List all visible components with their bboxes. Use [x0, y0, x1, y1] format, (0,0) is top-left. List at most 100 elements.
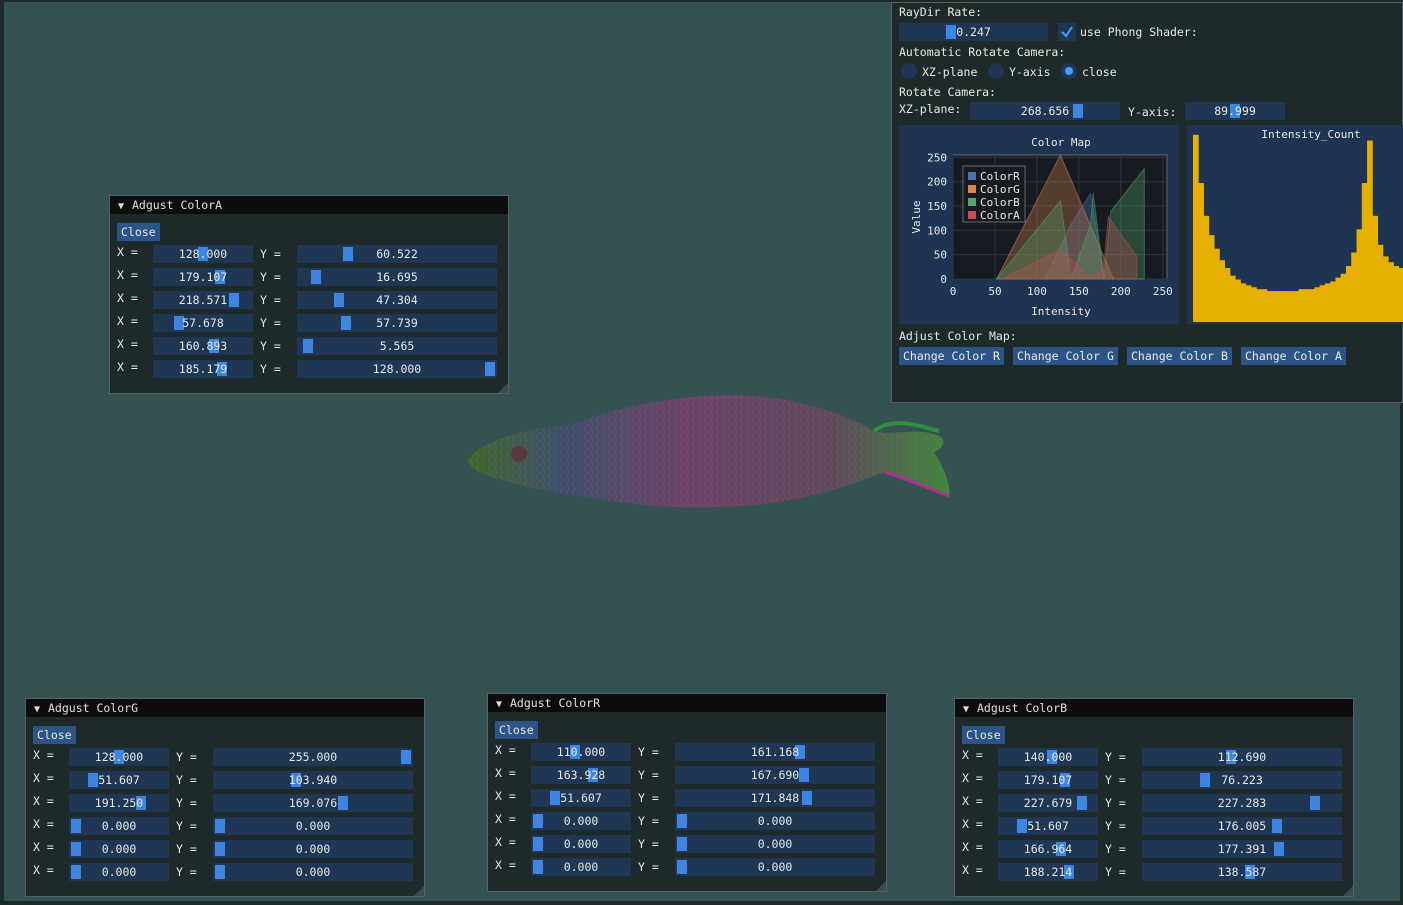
adjust-color-r-window[interactable]: ▼ Adgust ColorR Close X = 110.000 Y = 161.168 X…: [487, 693, 887, 892]
y-slider[interactable]: 171.848: [675, 789, 875, 807]
x-slider[interactable]: 163.928: [531, 766, 631, 784]
close-button[interactable]: Close: [33, 726, 76, 744]
y-slider[interactable]: 0.000: [213, 863, 413, 881]
window-titlebar[interactable]: ▼ Adgust ColorG: [26, 699, 424, 717]
x-slider[interactable]: 179.107: [998, 771, 1098, 789]
x-slider[interactable]: 51.607: [531, 789, 631, 807]
legend-label: ColorG: [980, 183, 1020, 196]
x-slider[interactable]: 191.250: [69, 794, 169, 812]
resize-grip[interactable]: [876, 881, 886, 891]
x-slider[interactable]: 140.000: [998, 748, 1098, 766]
resize-grip[interactable]: [498, 383, 508, 393]
y-slider[interactable]: 0.000: [675, 835, 875, 853]
intensity-bar: [1314, 287, 1321, 322]
x-slider[interactable]: 0.000: [531, 835, 631, 853]
x-slider[interactable]: 227.679: [998, 794, 1098, 812]
color-map-svg: Color Map 0 50 100 150 200 250 0 50 100 150 200 250 I…: [910, 136, 1173, 318]
close-button[interactable]: Close: [962, 726, 1005, 744]
radio-xz-plane[interactable]: [901, 63, 917, 79]
close-button[interactable]: Close: [495, 721, 538, 739]
y-slider[interactable]: 176.005: [1142, 817, 1342, 835]
y-slider[interactable]: 169.076: [213, 794, 413, 812]
x-slider[interactable]: 57.678: [153, 314, 253, 332]
change-color-b-button[interactable]: Change Color B: [1127, 347, 1232, 365]
collapse-triangle-icon[interactable]: ▼: [496, 696, 510, 714]
change-color-g-button[interactable]: Change Color G: [1013, 347, 1118, 365]
x-slider[interactable]: 166.964: [998, 840, 1098, 858]
window-titlebar[interactable]: ▼ Adgust ColorR: [488, 694, 886, 712]
color-map-chart: Color Map 0 50 100 150 200 250 0 50 100 150 200 250 I…: [899, 125, 1179, 324]
collapse-triangle-icon[interactable]: ▼: [118, 198, 132, 216]
x-slider[interactable]: 188.214: [998, 863, 1098, 881]
slider-value: 0.000: [757, 860, 793, 874]
intensity-bar: [1398, 267, 1403, 322]
intensity-count-svg: Intensity_Count: [1193, 128, 1403, 322]
x-slider[interactable]: 0.000: [69, 817, 169, 835]
y-slider[interactable]: 0.000: [675, 812, 875, 830]
y-slider[interactable]: 60.522: [297, 245, 497, 263]
x-slider[interactable]: 128.000: [153, 245, 253, 263]
y-slider[interactable]: 112.690: [1142, 748, 1342, 766]
radio-close[interactable]: [1061, 63, 1077, 79]
x-slider[interactable]: 0.000: [69, 863, 169, 881]
y-slider[interactable]: 76.223: [1142, 771, 1342, 789]
y-slider[interactable]: 16.695: [297, 268, 497, 286]
x-slider[interactable]: 0.000: [531, 858, 631, 876]
y-axis-label: Value: [910, 200, 923, 233]
slider-value: 218.571: [178, 293, 228, 307]
adjust-color-a-window[interactable]: ▼ Adgust ColorA Close X = 128.000 Y = 60.522 X …: [109, 195, 509, 394]
collapse-triangle-icon[interactable]: ▼: [963, 701, 977, 719]
y-slider[interactable]: 0.000: [675, 858, 875, 876]
legend-swatch: [968, 211, 976, 219]
x-slider[interactable]: 0.000: [69, 840, 169, 858]
y-slider[interactable]: 0.000: [213, 817, 413, 835]
y-slider[interactable]: 47.304: [297, 291, 497, 309]
y-slider[interactable]: 167.690: [675, 766, 875, 784]
legend-label: ColorA: [980, 209, 1020, 222]
y-slider[interactable]: 177.391: [1142, 840, 1342, 858]
y-label: Y =: [1105, 773, 1126, 787]
y-label: Y =: [638, 745, 659, 759]
y-slider[interactable]: 227.283: [1142, 794, 1342, 812]
x-slider[interactable]: 128.000: [69, 748, 169, 766]
slider-value: 268.656: [1020, 104, 1070, 118]
x-slider[interactable]: 185.179: [153, 360, 253, 378]
phong-checkbox[interactable]: [1058, 23, 1076, 41]
radio-y-axis[interactable]: [988, 63, 1004, 79]
y-slider[interactable]: 161.168: [675, 743, 875, 761]
y-slider[interactable]: 255.000: [213, 748, 413, 766]
x-slider[interactable]: 160.893: [153, 337, 253, 355]
y-axis-slider[interactable]: 89.999: [1185, 102, 1285, 120]
window-titlebar[interactable]: ▼ Adgust ColorA: [110, 196, 508, 214]
change-color-a-button[interactable]: Change Color A: [1241, 347, 1346, 365]
x-tick-label: 200: [1111, 285, 1131, 298]
legend-swatch: [968, 172, 976, 180]
y-slider[interactable]: 103.940: [213, 771, 413, 789]
x-label: X =: [117, 337, 138, 351]
x-slider[interactable]: 51.607: [69, 771, 169, 789]
change-color-r-button[interactable]: Change Color R: [899, 347, 1004, 365]
close-button[interactable]: Close: [117, 223, 160, 241]
resize-grip[interactable]: [1343, 886, 1353, 896]
y-slider[interactable]: 5.565: [297, 337, 497, 355]
radio-label: XZ-plane: [922, 65, 978, 79]
resize-grip[interactable]: [414, 886, 424, 896]
slider-value: 57.678: [182, 316, 224, 330]
adjust-color-g-window[interactable]: ▼ Adgust ColorG Close X = 128.000 Y = 255.000 X…: [25, 698, 425, 897]
y-slider[interactable]: 0.000: [213, 840, 413, 858]
x-label: X =: [962, 840, 983, 854]
y-slider[interactable]: 138.587: [1142, 863, 1342, 881]
adjust-color-b-window[interactable]: ▼ Adgust ColorB Close X = 140.000 Y = 112.690 X…: [954, 698, 1354, 897]
y-slider[interactable]: 57.739: [297, 314, 497, 332]
x-slider[interactable]: 0.000: [531, 812, 631, 830]
window-titlebar[interactable]: ▼ Adgust ColorB: [955, 699, 1353, 717]
x-slider[interactable]: 110.000: [531, 743, 631, 761]
y-slider[interactable]: 128.000: [297, 360, 497, 378]
slider-value: 191.250: [94, 796, 144, 810]
collapse-triangle-icon[interactable]: ▼: [34, 701, 48, 719]
x-slider[interactable]: 51.607: [998, 817, 1098, 835]
x-slider[interactable]: 218.571: [153, 291, 253, 309]
xz-plane-slider[interactable]: 268.656: [970, 102, 1120, 120]
x-slider[interactable]: 179.107: [153, 268, 253, 286]
raydir-slider[interactable]: 0.247: [899, 23, 1048, 41]
